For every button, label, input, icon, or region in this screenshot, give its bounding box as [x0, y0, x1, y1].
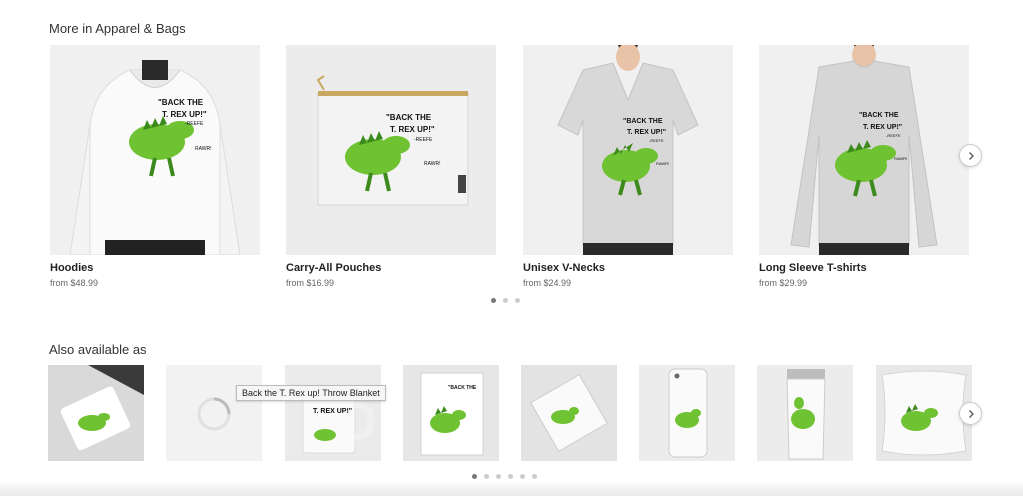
apparel-next-button[interactable]: [959, 144, 982, 167]
thumb-wall-clock[interactable]: [166, 365, 262, 461]
product-card-long-sleeve[interactable]: "BACK THE T. REX UP!" -REEFE RAWR! Long …: [759, 45, 969, 288]
design-line2: T. REX UP!": [627, 129, 666, 136]
product-card-pouches[interactable]: "BACK THE T. REX UP!" -REEFE RAWR! Carry…: [286, 45, 496, 288]
product-price: from $29.99: [759, 278, 808, 288]
design-roar: RAWR!: [894, 156, 907, 161]
long-sleeve-image: "BACK THE T. REX UP!" -REEFE RAWR!: [759, 45, 969, 255]
thumb-phone-case[interactable]: [639, 365, 735, 461]
page-dot[interactable]: [484, 474, 489, 479]
product-name[interactable]: Unisex V-Necks: [523, 262, 733, 274]
design-roar: RAWR!: [195, 146, 211, 152]
page-dot[interactable]: [503, 298, 508, 303]
product-price: from $24.99: [523, 278, 572, 288]
vneck-image: "BACK THE T. REX UP!" -REEFE RAWR!: [523, 45, 733, 255]
thumb-art-print[interactable]: "BACK THE: [403, 365, 499, 461]
design-line1: "BACK THE: [386, 113, 432, 122]
design-line2: T. REX UP!": [162, 110, 207, 119]
design-signature: -REEFE: [649, 138, 664, 143]
product-card-vnecks[interactable]: "BACK THE T. REX UP!" -REEFE RAWR! Unise…: [523, 45, 733, 288]
chevron-right-icon: [968, 151, 974, 160]
thumb-throw-pillow[interactable]: [876, 365, 972, 461]
thumb-mug[interactable]: T. REX UP!": [285, 365, 381, 461]
page-dot[interactable]: [491, 298, 496, 303]
bottom-fade: [0, 480, 1023, 496]
also-pagination: [472, 474, 537, 479]
thumb-sticker[interactable]: [48, 365, 144, 461]
design-line1: "BACK THE: [448, 385, 477, 391]
product-card-hoodies[interactable]: "BACK THE T. REX UP!" -REEFE RAWR! Hoodi…: [50, 45, 260, 288]
design-line2: T. REX UP!": [313, 408, 352, 415]
design-line1: "BACK THE: [158, 98, 204, 107]
design-roar: RAWR!: [656, 161, 669, 166]
chevron-right-icon: [968, 409, 974, 418]
page-dot[interactable]: [520, 474, 525, 479]
design-signature: -REEFE: [414, 137, 433, 143]
also-next-button[interactable]: [959, 402, 982, 425]
apparel-pagination: [491, 298, 520, 303]
hoodie-image: "BACK THE T. REX UP!" -REEFE RAWR!: [50, 45, 260, 255]
product-name[interactable]: Hoodies: [50, 262, 260, 274]
thumb-travel-mug[interactable]: [757, 365, 853, 461]
design-signature: -REEFE: [886, 133, 901, 138]
design-signature: -REEFE: [185, 121, 204, 127]
apparel-section-title: More in Apparel & Bags: [49, 21, 186, 36]
product-name[interactable]: Carry-All Pouches: [286, 262, 496, 274]
design-roar: RAWR!: [424, 161, 440, 167]
product-price: from $48.99: [50, 278, 99, 288]
design-line1: "BACK THE: [859, 112, 899, 119]
design-line2: T. REX UP!": [863, 124, 902, 131]
design-line1: "BACK THE: [623, 118, 663, 125]
page-dot[interactable]: [472, 474, 477, 479]
page-dot[interactable]: [508, 474, 513, 479]
page-dot[interactable]: [515, 298, 520, 303]
pouch-image: "BACK THE T. REX UP!" -REEFE RAWR!: [286, 45, 496, 255]
page-dot[interactable]: [532, 474, 537, 479]
page-dot[interactable]: [496, 474, 501, 479]
also-available-title: Also available as: [49, 342, 147, 357]
product-price: from $16.99: [286, 278, 335, 288]
tooltip: Back the T. Rex up! Throw Blanket: [236, 385, 386, 401]
design-line2: T. REX UP!": [390, 125, 435, 134]
thumb-coaster[interactable]: [521, 365, 617, 461]
product-name[interactable]: Long Sleeve T-shirts: [759, 262, 969, 274]
